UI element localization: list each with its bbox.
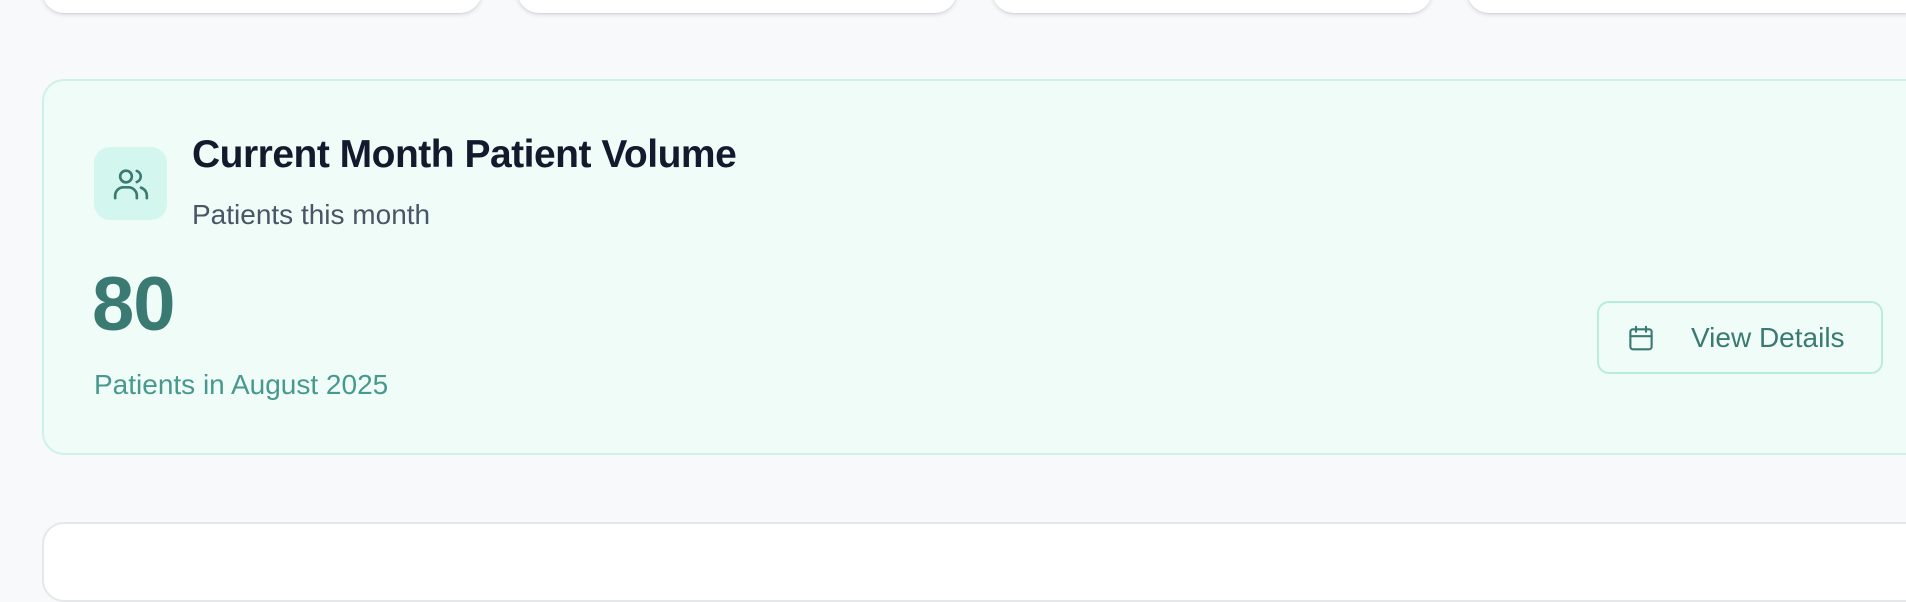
card-title: Current Month Patient Volume: [192, 133, 737, 176]
next-card: [42, 522, 1906, 602]
patient-count: 80: [92, 262, 176, 347]
stat-card: [992, 0, 1432, 13]
view-details-label: View Details: [1691, 321, 1845, 353]
view-details-button[interactable]: View Details: [1597, 301, 1883, 374]
patient-volume-card: Current Month Patient Volume Patients th…: [42, 79, 1906, 455]
stat-card: [1467, 0, 1906, 13]
stat-card: [517, 0, 957, 13]
users-icon: [94, 147, 167, 220]
patient-count-caption: Patients in August 2025: [94, 369, 389, 400]
stat-card: [42, 0, 482, 13]
card-subtitle: Patients this month: [192, 199, 431, 230]
calendar-icon: [1625, 322, 1657, 354]
